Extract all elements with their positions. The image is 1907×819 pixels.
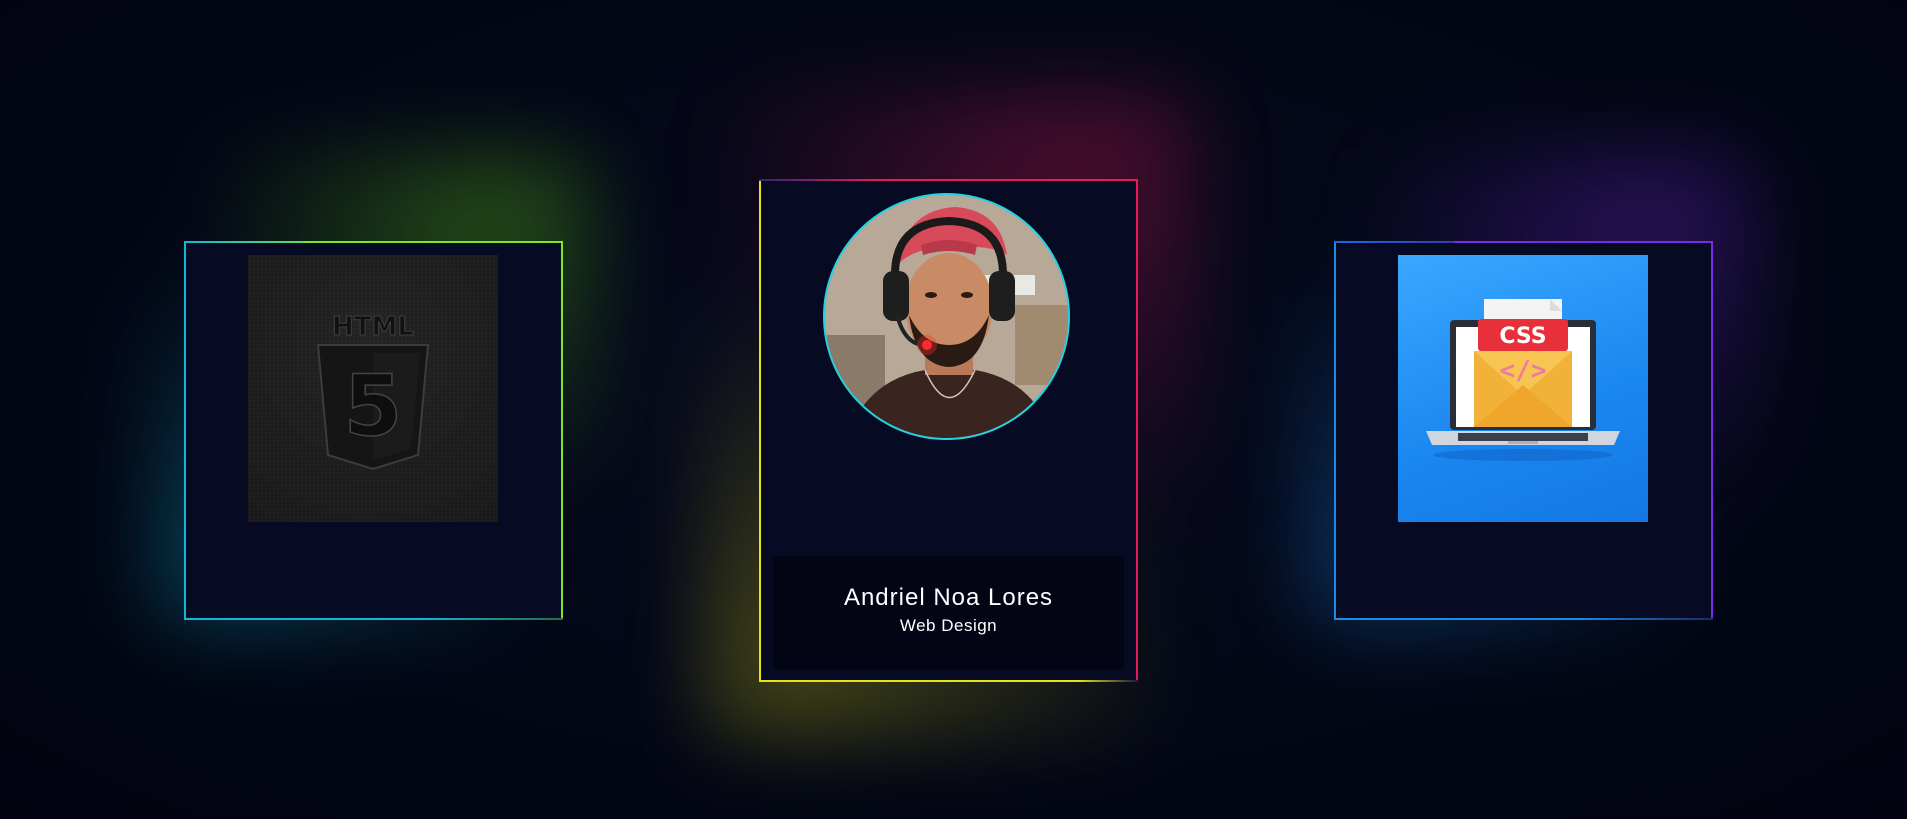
card-border-accent bbox=[423, 618, 563, 620]
html-logo-text: HTML bbox=[332, 312, 414, 342]
profile-avatar bbox=[823, 193, 1070, 440]
card-border-accent bbox=[1334, 241, 1454, 243]
page-stage: HTML 5 Andriel Noa Lores Web Design CSS … bbox=[0, 0, 1907, 819]
html-skill-card[interactable]: HTML 5 bbox=[184, 241, 563, 620]
css-logo-text: CSS bbox=[1499, 324, 1546, 349]
card-border-accent bbox=[1078, 680, 1138, 682]
html-logo-number: 5 bbox=[344, 357, 402, 455]
html5-logo-icon: HTML 5 bbox=[248, 255, 498, 522]
card-border-accent bbox=[184, 241, 304, 243]
profile-role: Web Design bbox=[899, 616, 998, 635]
profile-card[interactable]: Andriel Noa Lores Web Design bbox=[759, 179, 1138, 682]
profile-info-panel: Andriel Noa Lores Web Design bbox=[773, 556, 1124, 669]
css-code-symbol: </> bbox=[1500, 356, 1547, 386]
css-skill-card[interactable]: CSS </> bbox=[1334, 241, 1713, 620]
profile-name: Andriel Noa Lores bbox=[843, 584, 1054, 611]
css-laptop-envelope-icon: CSS </> bbox=[1398, 255, 1648, 522]
card-border-accent bbox=[1573, 618, 1713, 620]
card-border-accent bbox=[759, 179, 879, 181]
